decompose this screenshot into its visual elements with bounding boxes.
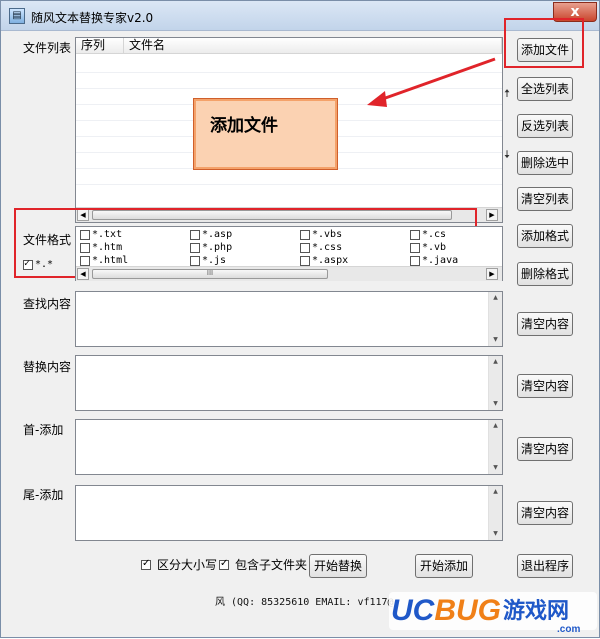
- format-checkbox[interactable]: *.asp: [190, 229, 232, 241]
- tail-add-label: 尾-添加: [23, 488, 64, 502]
- clear-head-add-button[interactable]: 清空内容: [517, 437, 573, 461]
- file-list-label: 文件列表: [23, 41, 72, 55]
- scroll-right-icon[interactable]: ▶: [486, 209, 498, 221]
- case-sensitive-checkbox[interactable]: 区分大小写: [141, 558, 217, 571]
- head-add-label: 首-添加: [23, 423, 64, 437]
- scroll-right-icon[interactable]: ▶: [486, 268, 498, 280]
- column-header-index[interactable]: 序列: [76, 38, 124, 54]
- move-up-icon[interactable]: 🠅: [504, 85, 510, 104]
- format-checkbox[interactable]: *.vb: [410, 242, 446, 254]
- clear-replace-button[interactable]: 清空内容: [517, 374, 573, 398]
- all-files-checkbox[interactable]: *.*: [23, 258, 54, 271]
- svg-text:UCBUG: UCBUG: [391, 594, 501, 627]
- clear-tail-add-button[interactable]: 清空内容: [517, 501, 573, 525]
- replace-input[interactable]: ▲ ▼: [75, 355, 503, 411]
- format-checkbox[interactable]: *.cs: [410, 229, 446, 241]
- find-input[interactable]: ▲ ▼: [75, 291, 503, 347]
- format-checkbox[interactable]: *.php: [190, 242, 232, 254]
- svg-text:.com: .com: [557, 624, 580, 635]
- format-list-hscrollbar[interactable]: ◀ III ▶: [76, 266, 502, 281]
- format-checkbox[interactable]: *.css: [300, 242, 342, 254]
- watermark-logo: UCBUG 游戏网 .com: [387, 582, 599, 636]
- callout-add-file: 添加文件: [194, 99, 337, 169]
- window-title: 随风文本替换专家v2.0: [31, 11, 154, 25]
- all-files-label: *.*: [35, 259, 54, 270]
- scroll-left-icon[interactable]: ◀: [77, 268, 89, 280]
- scroll-thumb[interactable]: III: [92, 269, 328, 279]
- add-format-button[interactable]: 添加格式: [517, 224, 573, 248]
- file-format-label: 文件格式: [23, 233, 72, 247]
- callout-text: 添加文件: [210, 116, 278, 136]
- checkbox-box[interactable]: [23, 258, 33, 270]
- find-label: 查找内容: [23, 297, 72, 311]
- tail-add-vscrollbar[interactable]: ▲ ▼: [488, 486, 502, 540]
- format-checkbox[interactable]: *.txt: [80, 229, 122, 241]
- file-list-header: 序列 文件名: [76, 38, 502, 54]
- include-subfolders-checkbox[interactable]: 包含子文件夹: [219, 558, 307, 571]
- app-icon: ▤: [9, 8, 25, 24]
- start-add-button[interactable]: 开始添加: [415, 554, 473, 578]
- app-window: ▤ 随风文本替换专家v2.0 x 文件列表 序列 文件名 ◀ ▶ 添加文件 🠅 …: [0, 0, 600, 638]
- clear-list-button[interactable]: 清空列表: [517, 187, 573, 211]
- replace-vscrollbar[interactable]: ▲ ▼: [488, 356, 502, 410]
- format-list[interactable]: *.txt *.asp *.vbs *.cs *.htm *.php *.css…: [75, 226, 503, 281]
- delete-selected-button[interactable]: 删除选中: [517, 151, 573, 175]
- svg-text:游戏网: 游戏网: [503, 598, 569, 624]
- status-text: 风 (QQ: 85325610 EMAIL: vf117@: [215, 597, 394, 608]
- add-file-button[interactable]: 添加文件: [517, 38, 573, 62]
- annotation-arrow-icon: [367, 57, 496, 107]
- clear-find-button[interactable]: 清空内容: [517, 312, 573, 336]
- format-checkbox[interactable]: *.htm: [80, 242, 122, 254]
- move-down-icon[interactable]: 🠇: [504, 146, 510, 165]
- column-header-filename[interactable]: 文件名: [124, 38, 502, 54]
- select-all-button[interactable]: 全选列表: [517, 77, 573, 101]
- replace-label: 替换内容: [23, 360, 72, 374]
- exit-button[interactable]: 退出程序: [517, 554, 573, 578]
- invert-selection-button[interactable]: 反选列表: [517, 114, 573, 138]
- start-replace-button[interactable]: 开始替换: [309, 554, 367, 578]
- head-add-input[interactable]: ▲ ▼: [75, 419, 503, 475]
- head-add-vscrollbar[interactable]: ▲ ▼: [488, 420, 502, 474]
- find-vscrollbar[interactable]: ▲ ▼: [488, 292, 502, 346]
- format-checkbox[interactable]: *.vbs: [300, 229, 342, 241]
- delete-format-button[interactable]: 删除格式: [517, 262, 573, 286]
- tail-add-input[interactable]: ▲ ▼: [75, 485, 503, 541]
